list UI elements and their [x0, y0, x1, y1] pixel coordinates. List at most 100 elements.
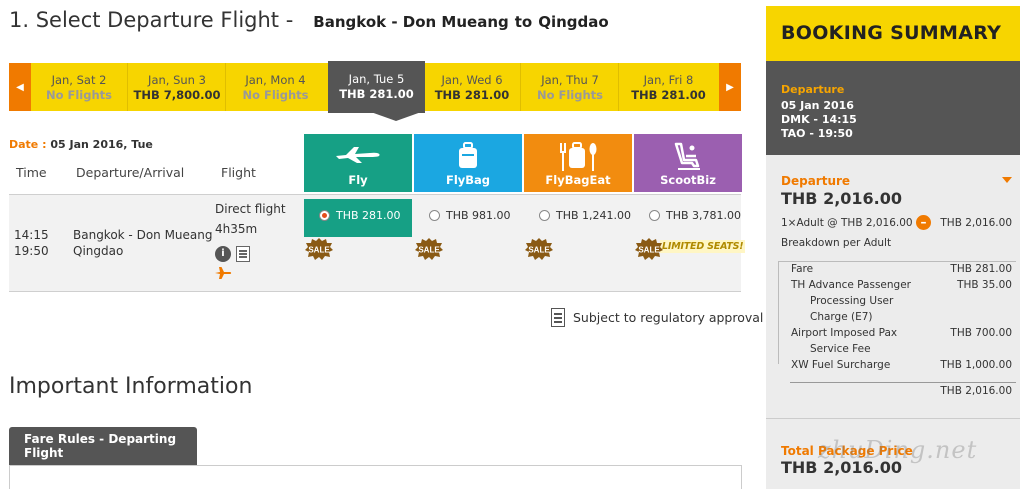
- breakdown-total: THB 2,016.00: [940, 385, 1012, 397]
- document-icon: [551, 308, 565, 327]
- date-option[interactable]: Jan, Fri 8 THB 281.00: [620, 63, 717, 111]
- departure-box-date: 05 Jan 2016: [781, 99, 854, 112]
- fare-option-fly[interactable]: THB 281.00: [304, 199, 412, 237]
- limited-seats-badge: LIMITED SEATS!: [660, 240, 746, 253]
- luggage-cutlery-icon: [560, 142, 597, 171]
- date-option[interactable]: Jan, Thu 7 No Flights: [522, 63, 619, 111]
- fare-amount: THB 981.00: [446, 209, 511, 222]
- fare-type-fly: Fly: [304, 134, 412, 192]
- breakdown-item-name: Processing User: [810, 295, 894, 307]
- date-option-date: Jan, Thu 7: [541, 73, 599, 87]
- sale-badge: SALE: [525, 238, 553, 260]
- date-option-date: Jan, Mon 4: [245, 73, 306, 87]
- booking-summary-title: BOOKING SUMMARY: [781, 22, 1002, 44]
- breakdown-item-amount: THB 700.00: [950, 327, 1012, 339]
- fare-option-scootbiz[interactable]: THB 3,781.00: [634, 199, 742, 237]
- booking-summary-header: BOOKING SUMMARY: [766, 6, 1020, 61]
- departure-box-arr: TAO - 19:50: [781, 127, 853, 140]
- airline-plane-icon: [215, 267, 232, 279]
- remove-passenger-button[interactable]: –: [916, 215, 931, 230]
- sale-badge: SALE: [415, 238, 443, 260]
- document-icon[interactable]: [236, 246, 250, 262]
- date-option-date: Jan, Fri 8: [643, 73, 694, 87]
- fare-amount: THB 1,241.00: [556, 209, 632, 222]
- sale-badge: SALE: [305, 238, 333, 260]
- caret-down-icon[interactable]: [1002, 177, 1012, 183]
- arrival-time: 19:50: [14, 244, 49, 258]
- important-info-title: Important Information: [9, 374, 253, 399]
- chevron-left-icon: ◀: [16, 81, 24, 93]
- date-option-date: Jan, Tue 5: [348, 72, 405, 86]
- departure-section-label: Departure: [781, 174, 851, 188]
- flight-type: Direct flight: [215, 202, 286, 216]
- date-option[interactable]: Jan, Wed 6 THB 281.00: [424, 63, 521, 111]
- fare-rules-panel: [9, 465, 742, 489]
- date-value: 05 Jan 2016, Tue: [50, 138, 153, 151]
- route-destination: Qingdao: [538, 13, 609, 31]
- fare-amount: THB 3,781.00: [666, 209, 742, 222]
- fare-type-label: ScootBiz: [660, 173, 716, 187]
- package-divider: [766, 418, 1020, 419]
- next-dates-button[interactable]: ▶: [719, 63, 741, 111]
- date-option-price: THB 281.00: [631, 88, 706, 102]
- date-option-price: No Flights: [45, 88, 113, 102]
- departure-box-dep: DMK - 14:15: [781, 113, 857, 126]
- chevron-right-icon: ▶: [726, 81, 734, 93]
- radio-button[interactable]: [539, 210, 550, 221]
- breakdown-item-name: TH Advance Passenger: [791, 279, 911, 291]
- date-option[interactable]: Jan, Mon 4 No Flights: [227, 63, 324, 111]
- svg-text:SALE: SALE: [308, 246, 330, 255]
- route-origin: Bangkok - Don Mueang: [313, 13, 509, 31]
- breakdown-total-divider: [790, 382, 1016, 383]
- date-option-date: Jan, Wed 6: [441, 73, 503, 87]
- fare-option-flybageat[interactable]: THB 1,241.00: [524, 199, 632, 237]
- radio-button[interactable]: [319, 210, 330, 221]
- fare-rules-tab[interactable]: Fare Rules - Departing Flight: [9, 427, 197, 465]
- route-to: to: [514, 13, 533, 31]
- fare-type-flybag: FlyBag: [414, 134, 522, 192]
- fare-type-label: Fly: [348, 173, 368, 187]
- row-origin: Bangkok - Don Mueang: [73, 228, 213, 242]
- breakdown-item-name: Charge (E7): [810, 311, 873, 323]
- regulatory-note-text: Subject to regulatory approval: [573, 310, 764, 325]
- departure-info-box: Departure 05 Jan 2016 DMK - 14:15 TAO - …: [766, 61, 1020, 155]
- date-selector-bar: ◀ Jan, Sat 2 No Flights Jan, Sun 3 THB 7…: [9, 61, 741, 113]
- date-option-price: No Flights: [536, 88, 604, 102]
- radio-button[interactable]: [649, 210, 660, 221]
- svg-text:SALE: SALE: [638, 246, 660, 255]
- fare-option-flybag[interactable]: THB 981.00: [414, 199, 522, 237]
- breakdown-item-amount: THB 35.00: [957, 279, 1012, 291]
- date-key: Date :: [9, 138, 47, 151]
- svg-text:SALE: SALE: [418, 246, 440, 255]
- info-icon[interactable]: i: [215, 246, 231, 262]
- previous-dates-button[interactable]: ◀: [9, 63, 31, 111]
- passenger-total: THB 2,016.00: [940, 217, 1012, 229]
- business-seat-icon: [674, 142, 700, 170]
- sale-badge: SALE: [635, 238, 663, 260]
- breakdown-item-name: Airport Imposed Pax: [791, 327, 898, 339]
- fare-amount: THB 281.00: [336, 209, 401, 222]
- date-option[interactable]: Jan, Sat 2 No Flights: [31, 63, 128, 111]
- passenger-line: 1×Adult @ THB 2,016.00: [781, 217, 913, 229]
- breakdown-item-name: XW Fuel Surcharge: [791, 359, 891, 371]
- date-option[interactable]: Jan, Sun 3 THB 7,800.00: [129, 63, 226, 111]
- date-option-price: THB 281.00: [434, 88, 510, 102]
- date-option-price: THB 281.00: [339, 87, 414, 101]
- date-option-price: No Flights: [242, 88, 309, 102]
- breakdown-item-name: Service Fee: [810, 343, 871, 355]
- selected-date-label: Date : 05 Jan 2016, Tue: [9, 138, 153, 151]
- fare-rules-tab-label: Fare Rules - Departing Flight: [24, 432, 177, 460]
- date-option-selected[interactable]: Jan, Tue 5 THB 281.00: [328, 61, 425, 113]
- svg-text:SALE: SALE: [528, 246, 550, 255]
- date-option-date: Jan, Sat 2: [51, 73, 107, 87]
- breakdown-item-name: Fare: [791, 263, 814, 275]
- column-header-route: Departure/Arrival: [76, 165, 185, 180]
- row-destination: Qingdao: [73, 244, 124, 258]
- fare-type-scootbiz: ScootBiz: [634, 134, 742, 192]
- breakdown-title: Breakdown per Adult: [781, 237, 892, 249]
- fare-type-label: FlyBagEat: [545, 173, 611, 187]
- radio-button[interactable]: [429, 210, 440, 221]
- regulatory-note: Subject to regulatory approval: [551, 308, 763, 327]
- luggage-icon: [459, 142, 477, 168]
- breakdown-item-amount: THB 1,000.00: [940, 359, 1012, 371]
